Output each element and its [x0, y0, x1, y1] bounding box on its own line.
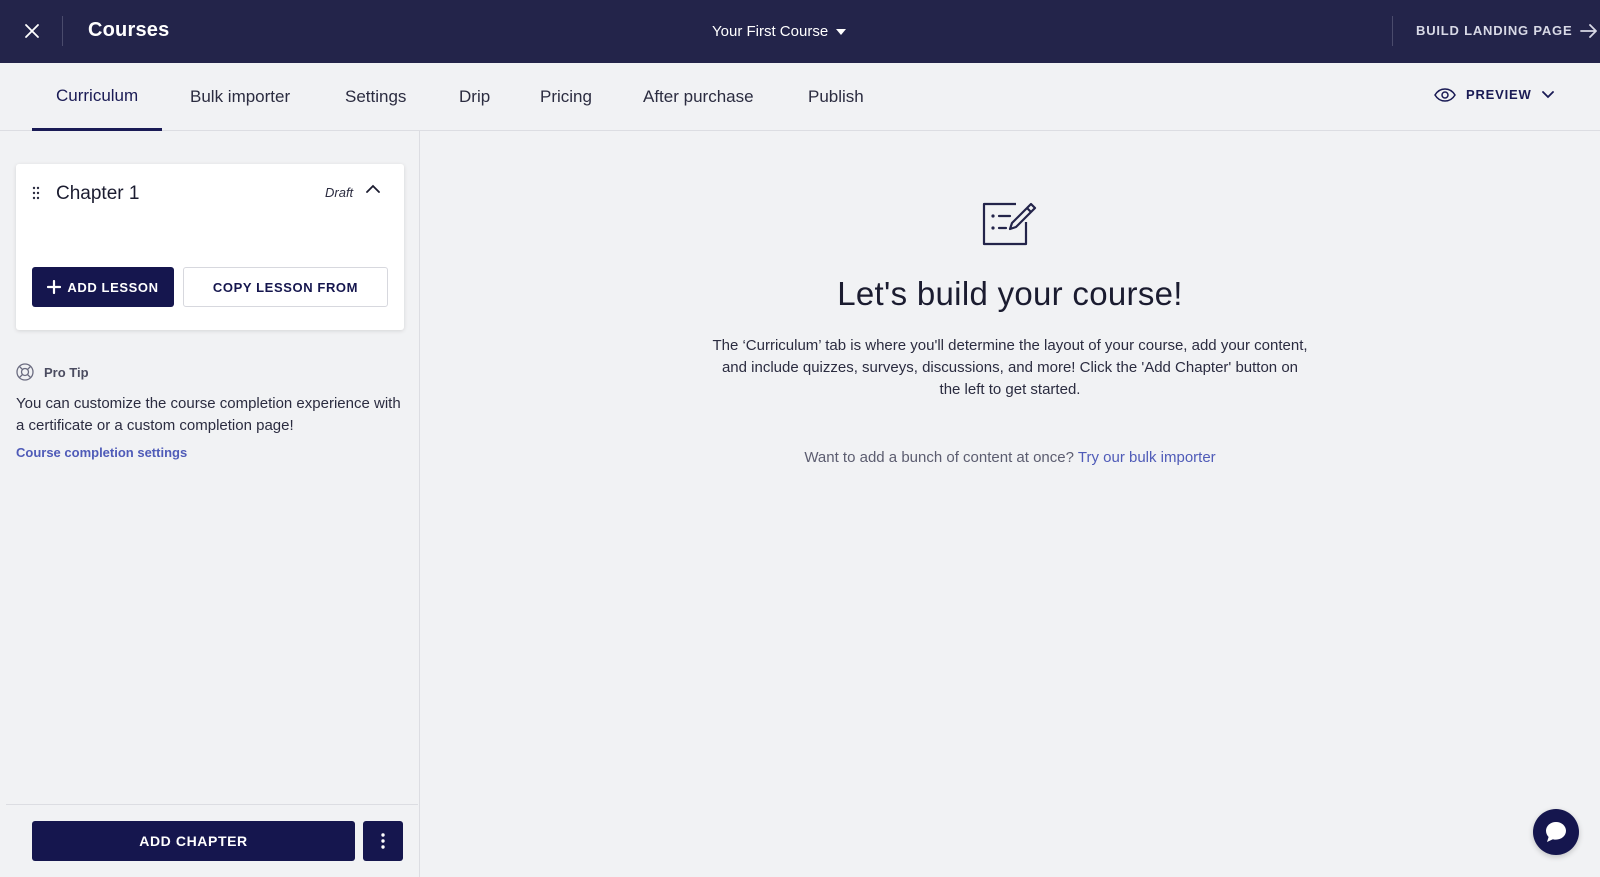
pro-tip-header: Pro Tip	[16, 363, 406, 381]
chevron-down-icon	[1541, 90, 1554, 98]
topbar-divider	[62, 16, 63, 46]
tab-label: Drip	[459, 87, 491, 106]
tab-label: Curriculum	[56, 85, 139, 105]
tab-curriculum[interactable]: Curriculum	[32, 63, 163, 131]
tab-label: After purchase	[643, 87, 754, 106]
arrow-right-icon	[1580, 23, 1598, 38]
add-chapter-button[interactable]: ADD CHAPTER	[32, 821, 355, 861]
course-selector[interactable]: Your First Course	[712, 23, 847, 40]
build-landing-page-label: BUILD LANDING PAGE	[1416, 23, 1573, 38]
add-lesson-label: ADD LESSON	[67, 279, 159, 295]
chevron-up-icon[interactable]	[366, 184, 380, 193]
plus-icon	[47, 280, 62, 294]
close-button[interactable]	[18, 17, 46, 45]
add-lesson-button[interactable]: ADD LESSON	[32, 267, 174, 307]
tab-settings[interactable]: Settings	[321, 63, 430, 131]
preview-button[interactable]: PREVIEW	[1434, 87, 1554, 102]
preview-label: PREVIEW	[1466, 87, 1532, 102]
close-icon	[25, 24, 39, 38]
course-completion-settings-link[interactable]: Course completion settings	[16, 445, 187, 460]
eye-icon	[1434, 87, 1456, 102]
tab-drip[interactable]: Drip	[435, 63, 514, 131]
more-options-button[interactable]	[363, 821, 403, 861]
drag-handle-icon[interactable]	[32, 186, 40, 200]
tab-label: Settings	[345, 87, 407, 106]
lifebuoy-icon	[16, 363, 34, 381]
chapter-title[interactable]: Chapter 1	[56, 183, 139, 205]
curriculum-sidebar: Chapter 1 Draft ADD LESSON COPY LESSON F…	[0, 131, 420, 877]
tab-label: Bulk importer	[190, 87, 291, 106]
bulk-import-prompt-text: Want to add a bunch of content at once?	[804, 449, 1074, 466]
chat-icon	[1546, 822, 1566, 842]
more-vertical-icon	[381, 833, 385, 849]
app-title: Courses	[88, 19, 170, 41]
bulk-import-prompt: Want to add a bunch of content at once? …	[420, 449, 1600, 466]
pro-tip-heading: Pro Tip	[44, 364, 89, 380]
course-name: Your First Course	[712, 23, 829, 40]
topbar-divider	[1392, 16, 1393, 46]
caret-down-icon	[836, 28, 847, 35]
tab-after-purchase[interactable]: After purchase	[619, 63, 778, 131]
sidebar-footer-divider	[6, 804, 418, 805]
tab-publish[interactable]: Publish	[784, 63, 888, 131]
bulk-importer-link[interactable]: Try our bulk importer	[1078, 449, 1216, 466]
build-landing-page-button[interactable]: BUILD LANDING PAGE	[1416, 23, 1598, 38]
pro-tip: Pro Tip You can customize the course com…	[16, 363, 406, 462]
chapter-card: Chapter 1 Draft ADD LESSON COPY LESSON F…	[16, 164, 404, 330]
chapter-status-badge: Draft	[325, 185, 354, 200]
tab-bar: Curriculum Bulk importer Settings Drip P…	[0, 63, 1600, 131]
tab-pricing[interactable]: Pricing	[516, 63, 616, 131]
empty-state-title: Let's build your course!	[837, 275, 1183, 312]
pro-tip-text: You can customize the course completion …	[16, 395, 401, 434]
top-bar: Courses Your First Course BUILD LANDING …	[0, 0, 1600, 63]
tab-bulk-importer[interactable]: Bulk importer	[166, 63, 314, 131]
chat-button[interactable]	[1533, 809, 1579, 855]
edit-list-icon	[982, 202, 1037, 246]
empty-state: Let's build your course! The ‘Curriculum…	[420, 200, 1600, 466]
tab-label: Pricing	[540, 87, 592, 106]
tab-label: Publish	[808, 87, 864, 106]
copy-lesson-from-button[interactable]: COPY LESSON FROM	[183, 267, 388, 307]
empty-state-description: The ‘Curriculum’ tab is where you'll det…	[712, 337, 1308, 398]
